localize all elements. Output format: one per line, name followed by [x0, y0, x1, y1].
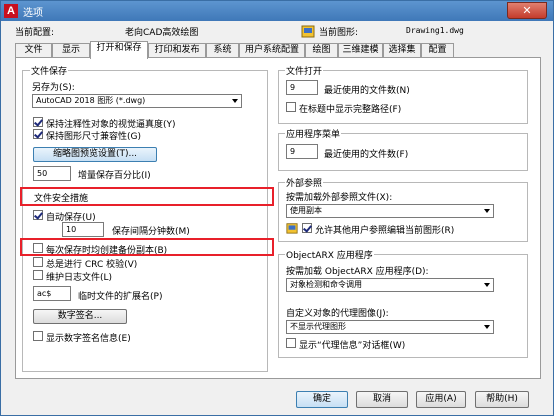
temp-extension-label: 临时文件的扩展名(P)	[78, 292, 163, 302]
apply-button[interactable]: 应用(A)	[416, 391, 466, 408]
allow-xref-edit-checkbox[interactable]	[302, 223, 312, 233]
autosave-interval-label: 保存间隔分钟数(M)	[112, 227, 190, 237]
thumbnail-settings-button[interactable]: 缩略图预览设置(T)...	[33, 147, 157, 162]
proxy-image-value: 不显示代理图形	[290, 322, 346, 331]
save-as-select[interactable]: AutoCAD 2018 图形 (*.dwg)	[32, 94, 242, 108]
menu-recent-label: 最近使用的文件数(F)	[324, 150, 409, 160]
autosave-checkbox[interactable]	[33, 210, 43, 220]
chevron-down-icon	[484, 283, 490, 287]
xref-demand-value: 使用副本	[290, 206, 322, 215]
window-title: 选项	[23, 8, 43, 19]
title-bar[interactable]: A 选项 ✕	[1, 1, 553, 21]
size-compat-label: 保持图形尺寸兼容性(G)	[46, 132, 141, 142]
show-signature-checkbox[interactable]	[33, 331, 43, 341]
crc-check-label: 总是进行 CRC 校验(V)	[46, 260, 138, 270]
proxy-dialog-label: 显示“代理信息”对话框(W)	[299, 341, 406, 351]
tab-files[interactable]: 文件	[15, 43, 52, 58]
show-signature-label: 显示数字签名信息(E)	[46, 334, 131, 344]
xref-demand-select[interactable]: 使用副本	[286, 204, 494, 218]
current-drawing-value: Drawing1.dwg	[406, 26, 464, 35]
crc-check-checkbox[interactable]	[33, 257, 43, 267]
backup-copy-checkbox[interactable]	[33, 243, 43, 253]
full-path-label: 在标题中显示完整路径(F)	[299, 105, 402, 115]
arx-demand-value: 对象检测和命令调用	[290, 280, 362, 289]
tab-open-save[interactable]: 打开和保存	[90, 41, 148, 59]
chevron-down-icon	[232, 99, 238, 103]
full-path-checkbox[interactable]	[286, 102, 296, 112]
tab-profiles[interactable]: 配置	[421, 43, 454, 58]
tab-display[interactable]: 显示	[52, 43, 90, 58]
current-config-label: 当前配置:	[15, 28, 55, 38]
annot-fidelity-checkbox[interactable]	[33, 117, 43, 127]
arx-demand-label: 按需加载 ObjectARX 应用程序(D):	[286, 267, 429, 277]
help-button[interactable]: 帮助(H)	[475, 391, 529, 408]
tab-selection[interactable]: 选择集	[383, 43, 421, 58]
xref-title: 外部参照	[285, 176, 324, 189]
current-drawing-label: 当前图形:	[319, 28, 359, 38]
autosave-interval-input[interactable]: 10	[62, 222, 104, 237]
recent-files-label: 最近使用的文件数(N)	[324, 86, 410, 96]
xref-demand-label: 按需加载外部参照文件(X):	[286, 193, 393, 203]
tab-system[interactable]: 系统	[206, 43, 239, 58]
drawing-file-icon	[301, 25, 315, 38]
cancel-button[interactable]: 取消	[356, 391, 408, 408]
log-file-label: 维护日志文件(L)	[46, 273, 113, 283]
tab-user-preferences[interactable]: 用户系统配置	[239, 43, 305, 58]
proxy-image-label: 自定义对象的代理图像(J):	[286, 309, 389, 319]
tab-drafting[interactable]: 绘图	[305, 43, 338, 58]
chevron-down-icon	[484, 209, 490, 213]
drawing-file-icon	[286, 223, 298, 234]
autocad-logo-icon: A	[4, 4, 18, 18]
file-open-group	[278, 70, 528, 124]
safety-title: 文件安全措施	[34, 194, 89, 204]
recent-files-input[interactable]: 9	[286, 80, 318, 95]
file-save-title: 文件保存	[30, 64, 69, 77]
incremental-save-input[interactable]: 50	[33, 166, 71, 181]
save-as-label: 另存为(S):	[32, 83, 75, 93]
options-dialog: A 选项 ✕ 当前配置: 老向CAD高效绘图 当前图形: Drawing1.dw…	[0, 0, 554, 416]
tab-3d-modeling[interactable]: 三维建模	[338, 43, 383, 58]
menu-recent-input[interactable]: 9	[286, 144, 318, 159]
log-file-checkbox[interactable]	[33, 270, 43, 280]
ok-button[interactable]: 确定	[296, 391, 348, 408]
objectarx-title: ObjectARX 应用程序	[285, 248, 374, 261]
proxy-image-select[interactable]: 不显示代理图形	[286, 320, 494, 334]
close-button[interactable]: ✕	[507, 2, 547, 19]
open-save-panel: 文件保存 另存为(S): AutoCAD 2018 图形 (*.dwg) 保持注…	[15, 57, 541, 379]
save-as-value: AutoCAD 2018 图形 (*.dwg)	[36, 96, 146, 105]
temp-extension-input[interactable]: ac$	[33, 286, 71, 301]
file-open-title: 文件打开	[285, 64, 324, 77]
app-menu-title: 应用程序菜单	[285, 127, 342, 140]
incremental-save-label: 增量保存百分比(I)	[78, 171, 151, 181]
chevron-down-icon	[484, 325, 490, 329]
digital-signature-button[interactable]: 数字签名...	[33, 309, 127, 324]
tab-plot-publish[interactable]: 打印和发布	[148, 43, 206, 58]
current-config-value: 老向CAD高效绘图	[125, 28, 199, 38]
arx-demand-select[interactable]: 对象检测和命令调用	[286, 278, 494, 292]
allow-xref-edit-label: 允许其他用户参照编辑当前图形(R)	[315, 226, 455, 236]
backup-copy-label: 每次保存时均创建备份副本(B)	[46, 246, 168, 256]
proxy-dialog-checkbox[interactable]	[286, 338, 296, 348]
size-compat-checkbox[interactable]	[33, 129, 43, 139]
